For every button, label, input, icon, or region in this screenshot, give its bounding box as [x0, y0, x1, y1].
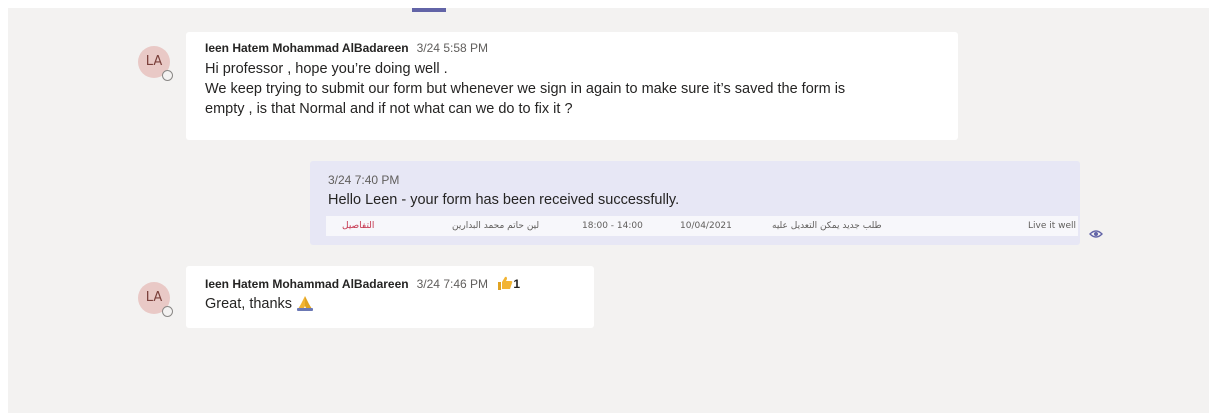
- attachment-name: لين حاتم محمد البدارين: [452, 221, 540, 231]
- own-message-bubble[interactable]: 3/24 7:40 PM Hello Leen - your form has …: [310, 161, 1080, 245]
- reaction-count: 1: [513, 277, 521, 291]
- message-timestamp: 3/24 7:40 PM: [328, 173, 400, 187]
- sender-name[interactable]: Ieen Hatem Mohammad AlBadareen: [205, 277, 409, 291]
- message-body: Great, thanks: [205, 294, 575, 314]
- sender-name[interactable]: Ieen Hatem Mohammad AlBadareen: [205, 41, 409, 55]
- message-header: Ieen Hatem Mohammad AlBadareen 3/24 7:46 …: [205, 276, 575, 291]
- message-timestamp: 3/24 5:58 PM: [416, 41, 489, 55]
- message-header: Ieen Hatem Mohammad AlBadareen 3/24 5:58 …: [205, 41, 939, 55]
- message-timestamp: 3/24 7:46 PM: [416, 277, 489, 291]
- attachment-hours: 18:00 - 14:00: [582, 221, 643, 231]
- form-submission-row[interactable]: التفاصيل لين حاتم محمد البدارين 18:00 - …: [326, 216, 1078, 236]
- message-bubble[interactable]: Ieen Hatem Mohammad AlBadareen 3/24 7:46 …: [186, 266, 594, 328]
- thumbs-up-icon: [498, 276, 513, 290]
- details-link[interactable]: التفاصيل: [342, 221, 374, 231]
- message-body: Hi professor , hope you’re doing well . …: [205, 59, 939, 119]
- attachment-note: Live it well: [1028, 221, 1077, 231]
- presence-status-icon: [162, 306, 173, 317]
- scroll-indicator: [412, 8, 446, 12]
- message-line: empty , is that Normal and if not what c…: [205, 101, 573, 117]
- message-line: Hi professor , hope you’re doing well .: [205, 61, 448, 77]
- message-line: We keep trying to submit our form but wh…: [205, 81, 846, 97]
- message-bubble[interactable]: Ieen Hatem Mohammad AlBadareen 3/24 5:58 …: [186, 32, 958, 140]
- attachment-request: طلب جديد يمكن التعديل عليه: [772, 221, 882, 231]
- message-body: Hello Leen - your form has been received…: [328, 192, 680, 208]
- message-text: Great, thanks: [205, 296, 293, 312]
- presence-status-icon: [162, 70, 173, 81]
- attachment-date: 10/04/2021: [680, 221, 732, 231]
- eye-icon: [1089, 230, 1103, 238]
- reaction-summary[interactable]: 1: [497, 276, 521, 291]
- folded-hands-icon: [297, 296, 314, 311]
